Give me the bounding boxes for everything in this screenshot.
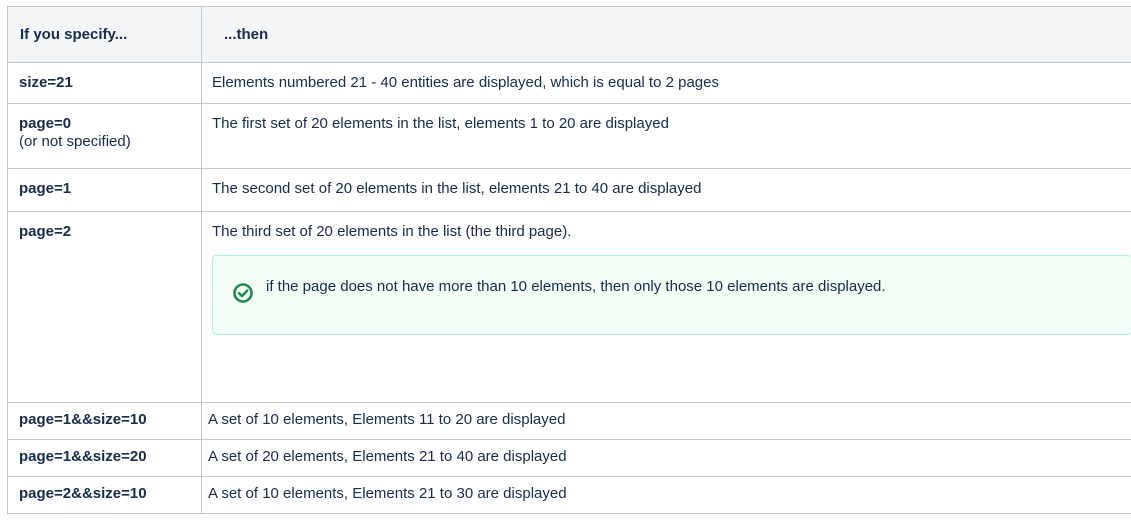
check-circle-icon xyxy=(232,282,254,304)
result-cell: A set of 10 elements, Elements 21 to 30 … xyxy=(201,476,1131,514)
param-value: page=0 xyxy=(19,115,72,132)
result-text: A set of 10 elements, Elements 21 to 30 … xyxy=(208,485,567,502)
result-text: The first set of 20 elements in the list… xyxy=(212,115,669,132)
param-cell: page=0 (or not specified) xyxy=(7,103,202,169)
result-text: The third set of 20 elements in the list… xyxy=(212,223,572,240)
header-label: If you specify... xyxy=(20,25,128,43)
param-value: size=21 xyxy=(19,74,73,91)
table-row: page=1&&size=20 A set of 20 elements, El… xyxy=(7,439,1131,477)
pagination-parameters-table-container: If you specify... ...then size=21 Elemen… xyxy=(7,6,1131,522)
table-row: page=1 The second set of 20 elements in … xyxy=(7,168,1131,212)
param-cell: page=1&&size=20 xyxy=(7,439,202,477)
table-row: page=2&&size=10 A set of 10 elements, El… xyxy=(7,476,1131,514)
result-cell: A set of 20 elements, Elements 21 to 40 … xyxy=(201,439,1131,477)
table-row: page=0 (or not specified) The first set … xyxy=(7,103,1131,169)
param-value: page=1&&size=10 xyxy=(19,411,147,428)
result-cell: Elements numbered 21 - 40 entities are d… xyxy=(201,62,1131,104)
table-row: page=1&&size=10 A set of 10 elements, El… xyxy=(7,402,1131,440)
param-value: page=2 xyxy=(19,223,72,240)
result-cell: The third set of 20 elements in the list… xyxy=(201,211,1131,403)
table-row: size=21 Elements numbered 21 - 40 entiti… xyxy=(7,62,1131,104)
table-header-row: If you specify... ...then xyxy=(7,6,1131,63)
result-text: A set of 20 elements, Elements 21 to 40 … xyxy=(208,448,567,465)
header-then: ...then xyxy=(201,6,1131,63)
param-value: page=2&&size=10 xyxy=(19,485,147,502)
param-cell: size=21 xyxy=(7,62,202,104)
param-note: (or not specified) xyxy=(19,133,131,150)
pagination-parameters-table: If you specify... ...then size=21 Elemen… xyxy=(7,6,1131,514)
param-cell: page=2&&size=10 xyxy=(7,476,202,514)
success-info-panel: if the page does not have more than 10 e… xyxy=(212,255,1131,335)
header-if-you-specify: If you specify... xyxy=(7,6,202,63)
result-text: Elements numbered 21 - 40 entities are d… xyxy=(212,74,719,91)
result-text: A set of 10 elements, Elements 11 to 20 … xyxy=(208,411,566,428)
param-cell: page=1 xyxy=(7,168,202,212)
result-cell: The second set of 20 elements in the lis… xyxy=(201,168,1131,212)
param-cell: page=2 xyxy=(7,211,202,403)
param-cell: page=1&&size=10 xyxy=(7,402,202,440)
table-row: page=2 The third set of 20 elements in t… xyxy=(7,211,1131,403)
success-panel-message: if the page does not have more than 10 e… xyxy=(266,278,886,295)
param-value: page=1 xyxy=(19,180,72,197)
result-cell: The first set of 20 elements in the list… xyxy=(201,103,1131,169)
result-cell: A set of 10 elements, Elements 11 to 20 … xyxy=(201,402,1131,440)
result-text: The second set of 20 elements in the lis… xyxy=(212,180,702,197)
header-label: ...then xyxy=(224,25,269,43)
param-value: page=1&&size=20 xyxy=(19,448,147,465)
